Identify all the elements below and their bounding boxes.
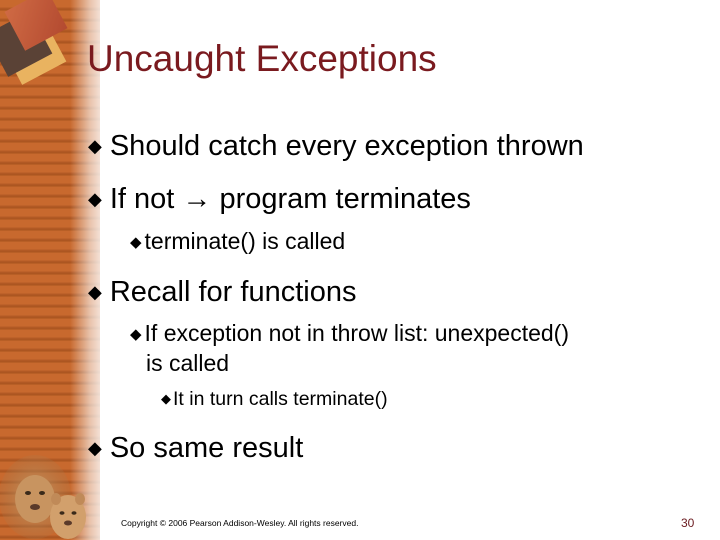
diamond-bullet-icon: ◆ xyxy=(88,136,102,156)
bullet-2-1: ◆ terminate() is called xyxy=(130,228,345,255)
bullet-2: ◆ If not → program terminates xyxy=(88,183,471,216)
diamond-bullet-icon: ◆ xyxy=(161,391,171,406)
lions-image xyxy=(0,455,86,539)
bullet-text: terminate() is called xyxy=(144,228,346,254)
bullet-text: Recall for functions xyxy=(109,276,357,308)
copyright-footer: Copyright © 2006 Pearson Addison-Wesley.… xyxy=(121,518,359,528)
diamond-bullet-icon: ◆ xyxy=(130,326,142,343)
bullet-3: ◆ Recall for functions xyxy=(88,276,356,309)
bullet-3-1-continuation: is called xyxy=(146,350,230,376)
bullet-4: ◆ So same result xyxy=(88,432,303,465)
diamond-bullet-icon: ◆ xyxy=(88,189,102,209)
diamond-bullet-icon: ◆ xyxy=(88,438,102,458)
page-number: 30 xyxy=(681,516,695,530)
bullet-text: program terminates xyxy=(219,183,471,215)
diamond-bullet-icon: ◆ xyxy=(130,234,142,251)
slide-title: Uncaught Exceptions xyxy=(87,38,437,79)
bullet-text: So same result xyxy=(109,432,304,464)
arrow-right-icon: → xyxy=(182,183,212,215)
diamond-bullet-icon: ◆ xyxy=(88,282,102,302)
bullet-3-1-1: ◆ It in turn calls terminate() xyxy=(161,388,388,411)
bullet-text: Should catch every exception thrown xyxy=(109,130,584,162)
bullet-text: It in turn calls terminate() xyxy=(173,388,388,410)
bullet-text: If exception not in throw list: unexpect… xyxy=(144,320,569,346)
bullet-text: If not xyxy=(109,183,175,215)
bullet-1: ◆ Should catch every exception thrown xyxy=(88,130,584,163)
bullet-3-1: ◆ If exception not in throw list: unexpec… xyxy=(130,320,569,347)
